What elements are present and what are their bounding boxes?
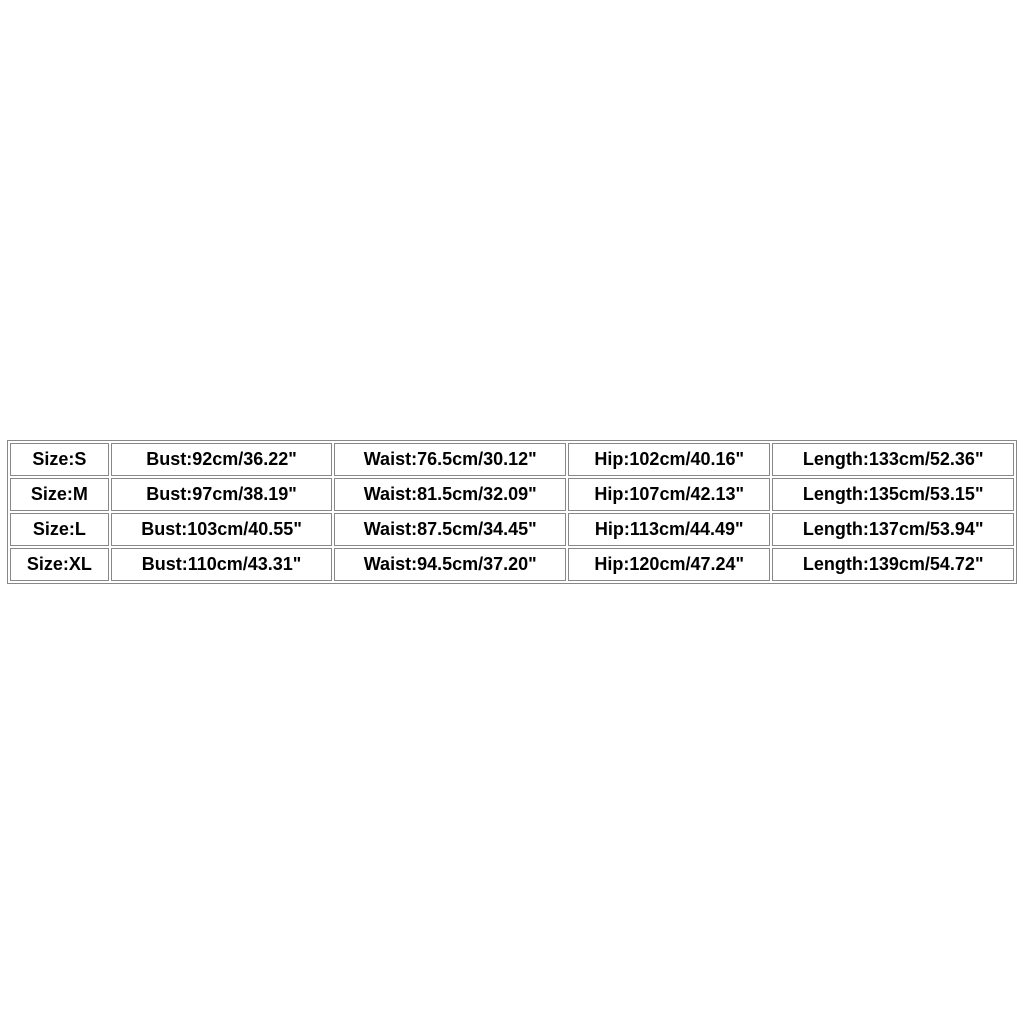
size-chart-table: Size:S Bust:92cm/36.22" Waist:76.5cm/30.… bbox=[7, 440, 1017, 584]
bust-cell: Bust:110cm/43.31" bbox=[111, 548, 333, 581]
bust-cell: Bust:97cm/38.19" bbox=[111, 478, 333, 511]
waist-cell: Waist:94.5cm/37.20" bbox=[334, 548, 566, 581]
hip-cell: Hip:113cm/44.49" bbox=[568, 513, 770, 546]
length-cell: Length:133cm/52.36" bbox=[772, 443, 1014, 476]
table-row: Size:XL Bust:110cm/43.31" Waist:94.5cm/3… bbox=[10, 548, 1014, 581]
length-cell: Length:137cm/53.94" bbox=[772, 513, 1014, 546]
table-row: Size:S Bust:92cm/36.22" Waist:76.5cm/30.… bbox=[10, 443, 1014, 476]
waist-cell: Waist:76.5cm/30.12" bbox=[334, 443, 566, 476]
table-row: Size:L Bust:103cm/40.55" Waist:87.5cm/34… bbox=[10, 513, 1014, 546]
waist-cell: Waist:87.5cm/34.45" bbox=[334, 513, 566, 546]
size-cell: Size:L bbox=[10, 513, 109, 546]
hip-cell: Hip:102cm/40.16" bbox=[568, 443, 770, 476]
bust-cell: Bust:103cm/40.55" bbox=[111, 513, 333, 546]
size-cell: Size:XL bbox=[10, 548, 109, 581]
size-cell: Size:M bbox=[10, 478, 109, 511]
length-cell: Length:139cm/54.72" bbox=[772, 548, 1014, 581]
hip-cell: Hip:107cm/42.13" bbox=[568, 478, 770, 511]
size-cell: Size:S bbox=[10, 443, 109, 476]
hip-cell: Hip:120cm/47.24" bbox=[568, 548, 770, 581]
length-cell: Length:135cm/53.15" bbox=[772, 478, 1014, 511]
table-row: Size:M Bust:97cm/38.19" Waist:81.5cm/32.… bbox=[10, 478, 1014, 511]
waist-cell: Waist:81.5cm/32.09" bbox=[334, 478, 566, 511]
bust-cell: Bust:92cm/36.22" bbox=[111, 443, 333, 476]
